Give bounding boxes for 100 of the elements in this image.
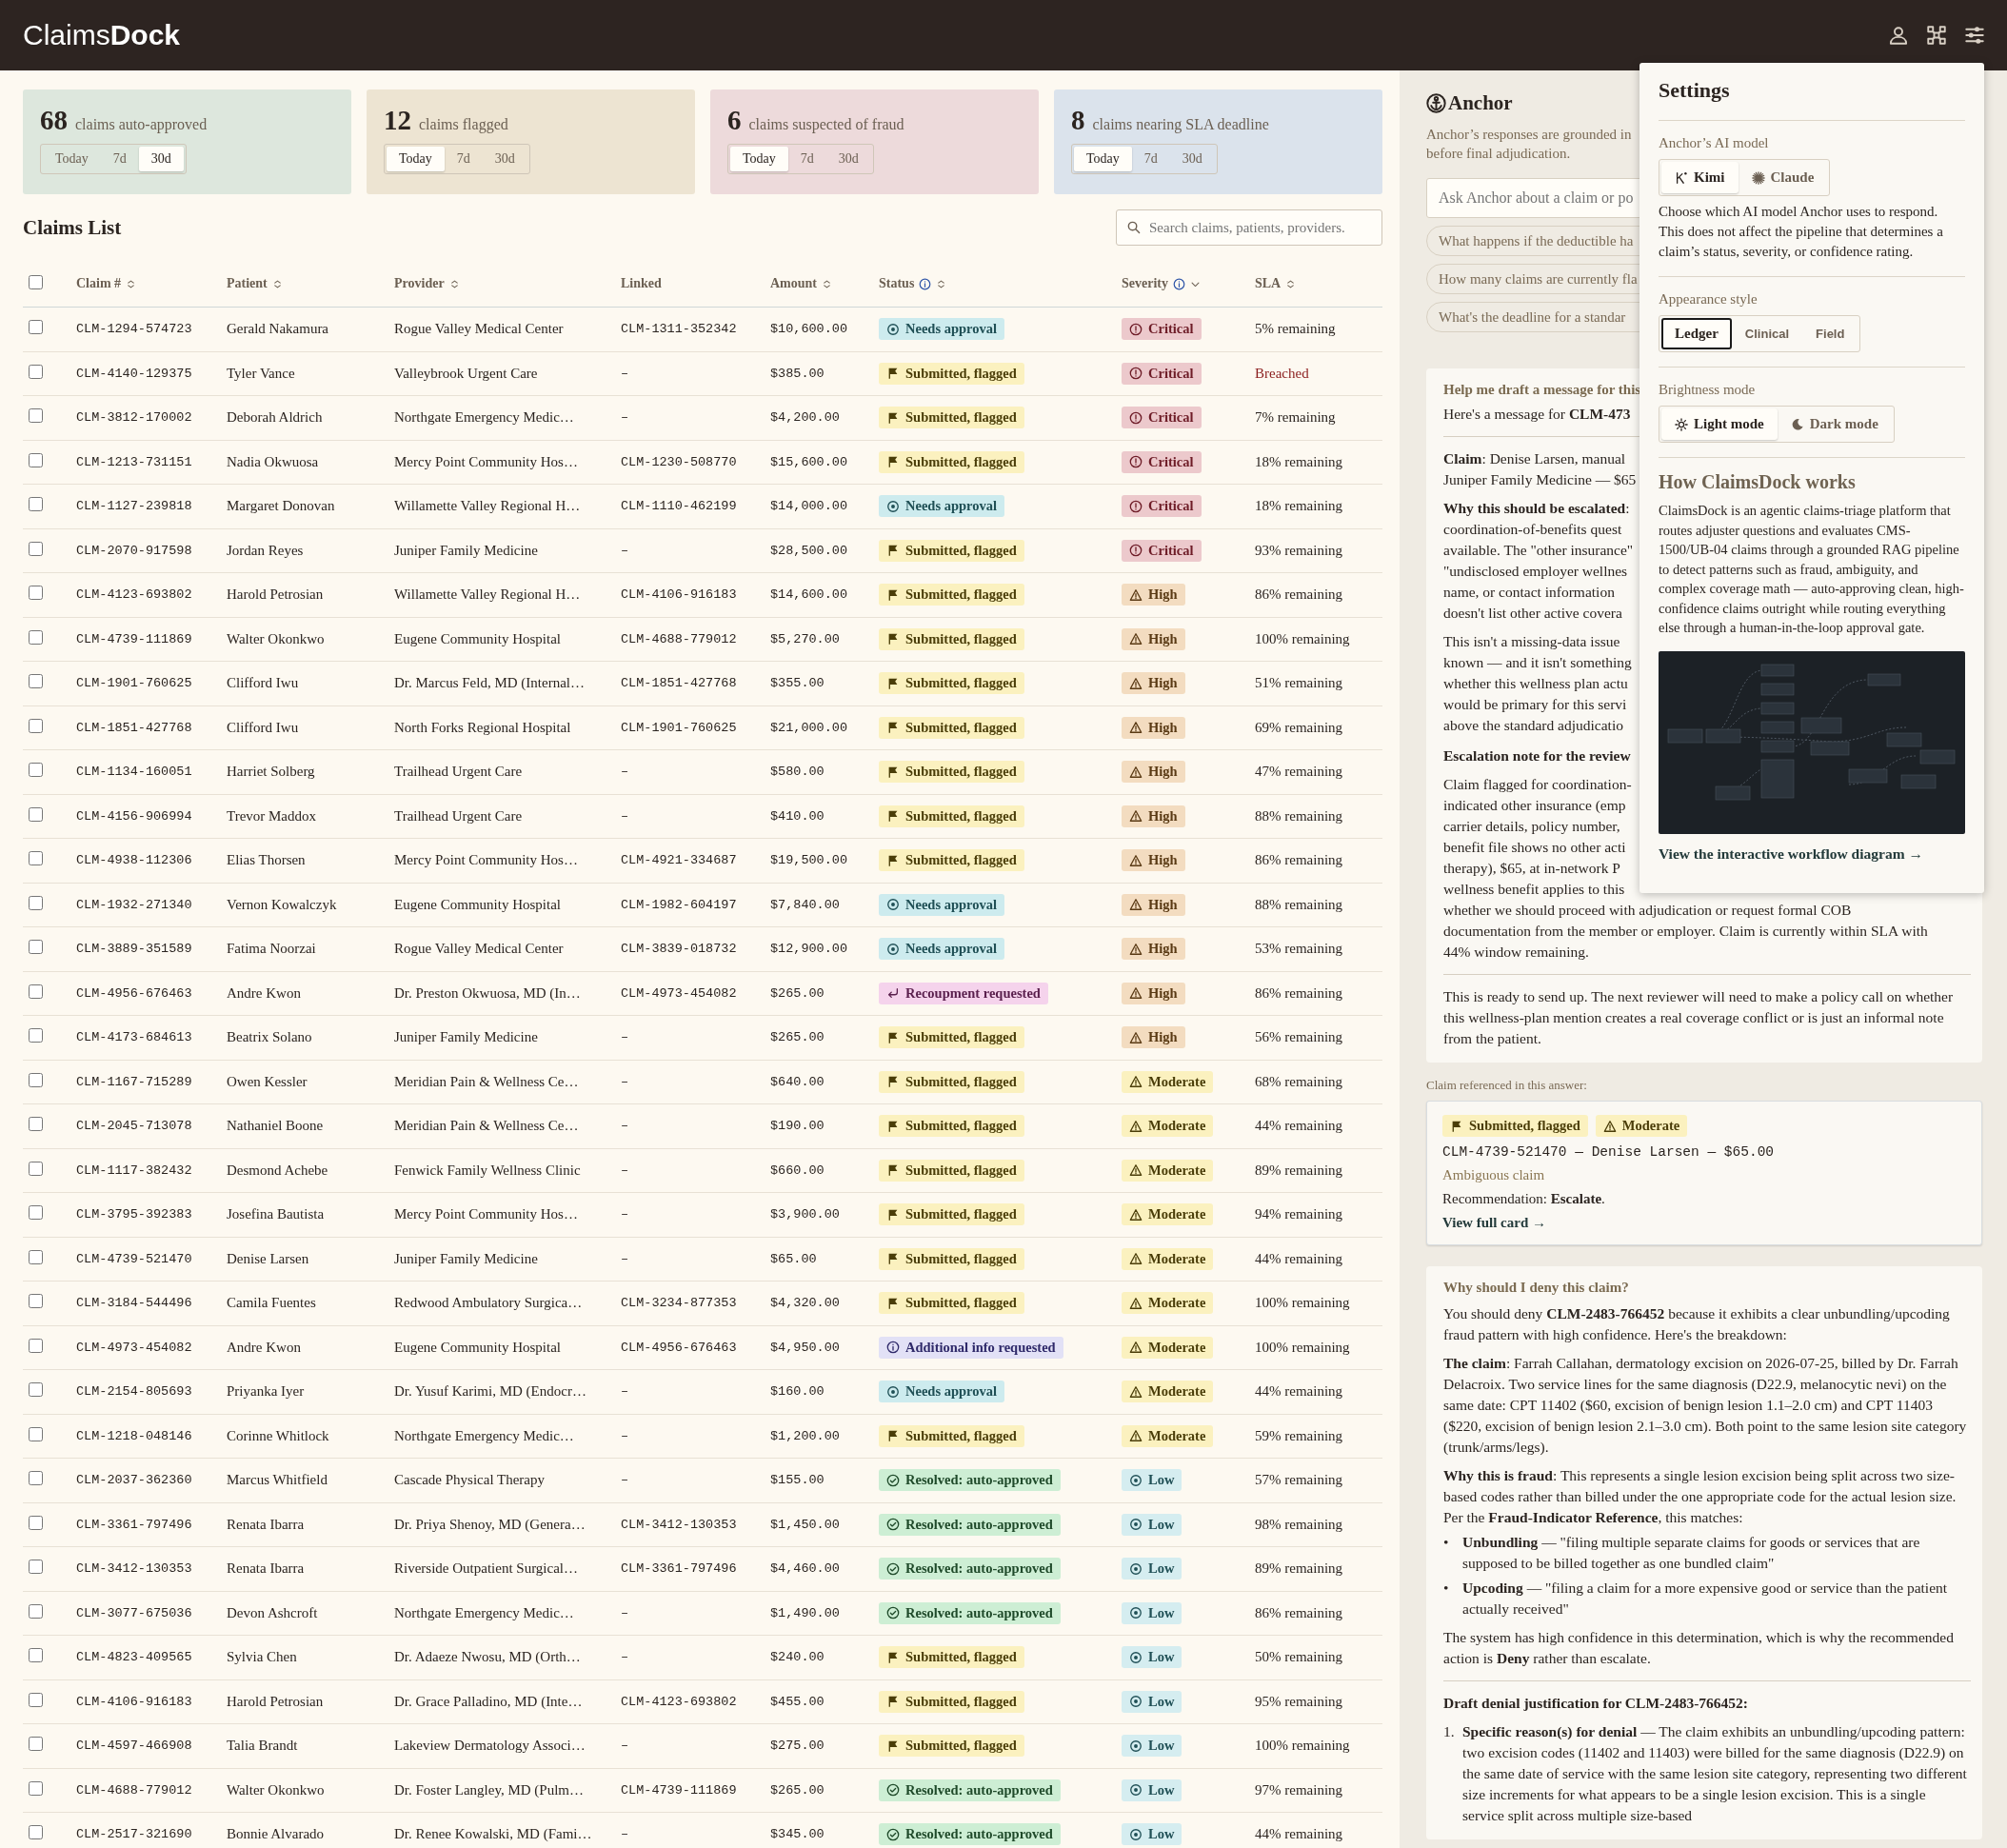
row-checkbox[interactable] [29, 1825, 43, 1840]
row-checkbox[interactable] [29, 541, 43, 556]
severity-label: Low [1148, 1560, 1175, 1578]
range-tab[interactable]: 7d [444, 147, 483, 171]
range-tab[interactable]: 7d [100, 147, 139, 171]
table-cell: Trailhead Urgent Care [394, 794, 621, 839]
range-tab[interactable]: 30d [482, 147, 527, 171]
table-cell: CLM-4938-112306 [76, 838, 227, 883]
row-checkbox[interactable] [29, 1294, 43, 1309]
row-checkbox[interactable] [29, 984, 43, 999]
row-checkbox[interactable] [29, 408, 43, 424]
table-cell: CLM-1932-271340 [76, 883, 227, 927]
flag-icon [886, 1252, 900, 1266]
option-button[interactable]: Claude [1738, 162, 1828, 193]
table-cell: CLM-4688-779012 [621, 617, 770, 662]
workflow-link[interactable]: View the interactive workflow diagram → [1659, 845, 1923, 863]
option-button[interactable]: Light mode [1661, 408, 1778, 440]
row-checkbox[interactable] [29, 1338, 43, 1353]
flag-icon [886, 1163, 900, 1178]
info-icon[interactable] [1173, 277, 1185, 290]
range-tab[interactable]: Today [730, 147, 788, 171]
severity-label: High [1148, 807, 1178, 825]
range-tab[interactable]: Today [43, 147, 101, 171]
table-cell: CLM-1982-604197 [621, 883, 770, 927]
row-checkbox[interactable] [29, 1205, 43, 1221]
sort-icon[interactable] [1285, 278, 1297, 289]
table-cell: 7% remaining [1255, 395, 1382, 440]
row-checkbox[interactable] [29, 1603, 43, 1619]
option-button[interactable]: Ledger [1661, 318, 1732, 349]
range-tab[interactable]: 30d [825, 147, 871, 171]
row-checkbox[interactable] [29, 497, 43, 512]
table-cell: Andre Kwon [227, 1325, 394, 1370]
row-checkbox[interactable] [29, 940, 43, 955]
range-tab[interactable]: 30d [1169, 147, 1215, 171]
table-cell: – [621, 1458, 770, 1502]
search-field[interactable]: Search claims, patients, providers. [1116, 209, 1382, 246]
table-cell: CLM-4173-684613 [76, 1015, 227, 1060]
sort-icon[interactable] [271, 278, 283, 289]
table-cell: 53% remaining [1255, 926, 1382, 971]
row-checkbox[interactable] [29, 1117, 43, 1132]
info-icon[interactable] [919, 277, 932, 290]
option-button[interactable]: Dark mode [1777, 408, 1892, 440]
status-label: Resolved: auto-approved [905, 1826, 1053, 1843]
message-text: Claim: Denise Larsen, manual [1443, 449, 1626, 468]
row-checkbox[interactable] [29, 629, 43, 645]
option-button[interactable]: Kimi [1661, 162, 1739, 193]
table-cell: CLM-1110-462199 [621, 484, 770, 528]
user-icon[interactable] [1889, 26, 1908, 45]
row-checkbox[interactable] [29, 763, 43, 778]
view-card-link[interactable]: View full card → [1442, 1215, 1546, 1231]
option-button[interactable]: Field [1802, 318, 1858, 349]
select-all-checkbox[interactable] [29, 274, 43, 289]
table-cell: CLM-4739-521470 [76, 1237, 227, 1282]
row-checkbox[interactable] [29, 1692, 43, 1707]
row-checkbox[interactable] [29, 851, 43, 866]
range-tab[interactable]: 7d [787, 147, 826, 171]
range-tab[interactable]: Today [387, 147, 445, 171]
row-checkbox[interactable] [29, 1560, 43, 1575]
sliders-icon[interactable] [1965, 26, 1984, 45]
range-tab[interactable]: 30d [138, 147, 184, 171]
row-checkbox[interactable] [29, 806, 43, 822]
row-checkbox[interactable] [29, 1737, 43, 1752]
table-cell: CLM-3839-018732 [621, 926, 770, 971]
row-checkbox[interactable] [29, 718, 43, 733]
table-cell: CLM-1901-760625 [621, 705, 770, 750]
list-marker: 1. [1443, 1722, 1455, 1741]
status-label: Submitted, flagged [905, 719, 1017, 736]
sort-icon[interactable] [822, 278, 832, 289]
row-checkbox[interactable] [29, 364, 43, 379]
row-checkbox[interactable] [29, 1382, 43, 1398]
row-checkbox[interactable] [29, 1249, 43, 1264]
popover-title: Settings [1659, 78, 1965, 121]
table-cell: CLM-3412-130353 [76, 1546, 227, 1591]
network-icon[interactable] [1927, 26, 1946, 45]
message-text: whether this wellness plan actu [1443, 674, 1628, 693]
row-checkbox[interactable] [29, 452, 43, 467]
flag-icon [886, 1075, 900, 1089]
row-checkbox[interactable] [29, 1161, 43, 1176]
row-checkbox[interactable] [29, 1072, 43, 1087]
row-checkbox[interactable] [29, 1648, 43, 1663]
sort-icon[interactable] [126, 278, 137, 289]
row-checkbox[interactable] [29, 674, 43, 689]
message-text: benefit file shows no other acti [1443, 838, 1626, 857]
range-tab[interactable]: Today [1074, 147, 1132, 171]
sort-icon[interactable] [936, 278, 947, 289]
range-tab[interactable]: 7d [1131, 147, 1170, 171]
severity-label: High [1148, 896, 1178, 913]
row-checkbox[interactable] [29, 320, 43, 335]
option-button[interactable]: Clinical [1731, 318, 1803, 349]
row-checkbox[interactable] [29, 1515, 43, 1530]
message-text: name, or contact information [1443, 583, 1615, 602]
row-checkbox[interactable] [29, 586, 43, 601]
sort-icon[interactable] [448, 278, 460, 289]
row-checkbox[interactable] [29, 1780, 43, 1796]
row-checkbox[interactable] [29, 1471, 43, 1486]
row-checkbox[interactable] [29, 1426, 43, 1441]
moon-icon [1790, 417, 1804, 431]
table-cell: Desmond Achebe [227, 1148, 394, 1193]
row-checkbox[interactable] [29, 1028, 43, 1043]
row-checkbox[interactable] [29, 895, 43, 910]
